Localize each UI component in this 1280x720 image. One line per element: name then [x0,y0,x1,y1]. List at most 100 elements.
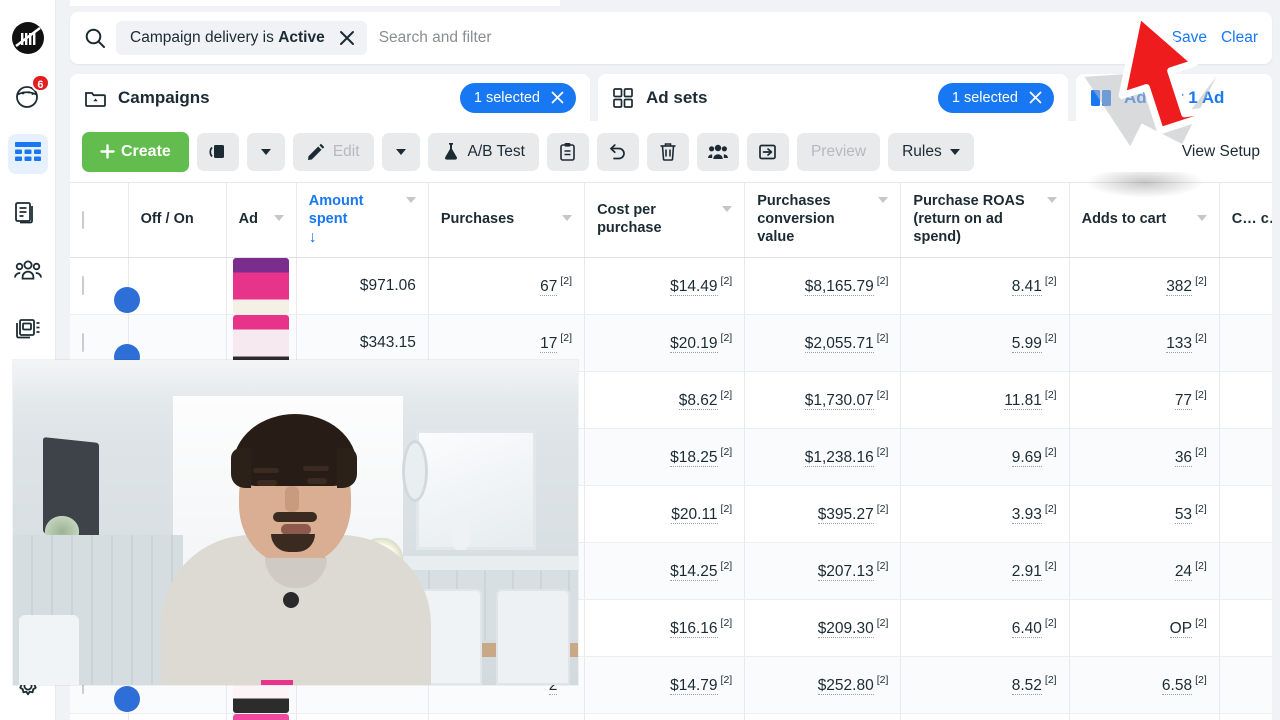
campaigns-selected-pill[interactable]: 1 selected [459,82,576,113]
search-input[interactable]: Search and filter [379,29,1172,47]
export-button[interactable] [746,132,789,171]
cell-cost-per-purchase[interactable]: $16.16 [2] [584,599,746,657]
cell-purchases-conversion-value[interactable]: $209.30 [2] [744,599,902,657]
cell-purchase-roas[interactable]: 3.93 [2] [900,485,1070,543]
row-toggle[interactable] [128,713,227,720]
filter-chip-campaign-delivery[interactable]: Campaign delivery is Active [116,21,367,55]
column-header-adds-to-cart[interactable]: Adds to cart [1069,183,1220,258]
chevron-down-icon[interactable] [878,197,889,204]
cell-purchase-roas[interactable]: 28[2] [900,713,1070,720]
chevron-down-icon[interactable] [273,214,284,221]
cell-adds-to-cart[interactable]: 382 [2] [1069,257,1220,315]
cell-adds-to-cart[interactable]: 6.58 [2] [1069,656,1220,714]
cell-purchases-conversion-value[interactable]: $395.27 [2] [744,485,902,543]
cell-adds-to-cart[interactable]: OP [2] [1069,599,1220,657]
column-header-purchases-conversion-value[interactable]: Purchases conversion value [744,183,902,258]
cell-purchases-conversion-value[interactable]: $207.13 [2] [744,542,902,600]
checkbox-icon[interactable] [82,332,84,352]
tab-campaigns[interactable]: Campaigns 1 selected [70,74,590,121]
sidebar-item-meta-logo[interactable] [8,18,48,58]
cell-adds-to-cart[interactable]: 44[2] [1069,713,1220,720]
plus-icon [100,144,115,159]
cell-purchase-roas[interactable]: 2.91 [2] [900,542,1070,600]
chevron-down-icon[interactable] [722,206,733,213]
tab-ad-sets[interactable]: Ad sets 1 selected [598,74,1068,121]
select-all-header[interactable] [70,183,129,258]
sidebar-item-pages[interactable] [8,192,48,232]
clipboard-button[interactable] [546,132,589,171]
sidebar-item-ads-manager-table[interactable] [7,134,48,174]
checkbox-icon[interactable] [82,275,84,295]
revert-button[interactable] [596,132,639,171]
cell-cost-per-purchase[interactable]: $14.79 [2] [584,656,746,714]
ab-test-button[interactable]: A/B Test [427,132,539,171]
row-thumbnail[interactable] [226,713,297,720]
duplicate-button[interactable] [196,132,239,171]
create-button[interactable]: Create [82,131,189,172]
row-checkbox[interactable] [70,713,129,720]
video-foreground-object [261,680,293,685]
cell-cost-per-purchase[interactable]: $8.62 [2] [584,371,746,429]
cell-adds-to-cart[interactable]: 77 [2] [1069,371,1220,429]
cell-adds-to-cart[interactable]: 133 [2] [1069,314,1220,372]
preview-button[interactable]: Preview [796,132,881,171]
column-header-purchases[interactable]: Purchases [428,183,586,258]
cell-cost-per-purchase[interactable]: $14.25 [2] [584,542,746,600]
duplicate-menu-button[interactable] [246,132,285,171]
adsets-selected-pill[interactable]: 1 selected [937,82,1054,113]
sidebar-item-notifications[interactable]: 6 [8,74,50,116]
chevron-down-icon [395,148,406,155]
cell-purchases-conversion-value[interactable]: $252.80 [2] [744,656,902,714]
chevron-down-icon[interactable] [562,214,573,221]
table-row[interactable]: $971.06 67 [2] $14.49 [2] $8,165.79 [2] 8.41 [2]… [70,257,1272,315]
video-presenter [161,402,431,685]
close-icon[interactable] [333,24,361,52]
cell-purchases[interactable]: 67 [2] [428,257,586,315]
column-header-truncated[interactable]: C… c… [1219,183,1272,258]
chevron-down-icon[interactable] [1196,214,1207,221]
column-header-ad[interactable]: Ad [226,183,297,258]
row-thumbnail[interactable] [226,257,297,315]
column-header-purchase-roas[interactable]: Purchase ROAS (return on ad spend) [900,183,1070,258]
pencil-icon [307,143,325,161]
edit-menu-button[interactable] [381,132,420,171]
cell-cost-per-purchase[interactable]: $14.49 [2] [584,257,746,315]
cell-purchase-roas[interactable]: 5.99 [2] [900,314,1070,372]
cell-purchase-roas[interactable]: 11.81 [2] [900,371,1070,429]
cell-purchase-roas[interactable]: 8.52 [2] [900,656,1070,714]
cell-cost-per-purchase[interactable]: $18.25 [2] [584,428,746,486]
audience-button[interactable] [696,132,739,171]
cell-purchases-conversion-value[interactable]: $1,730.07 [2] [744,371,902,429]
table-header-row: Off / On Ad Amount spent ↓ Purchases Cos… [70,183,1272,258]
close-icon[interactable] [546,87,568,109]
rules-button[interactable]: Rules [888,132,974,171]
cell-purchases-conversion-value[interactable]: $2,055.71 [2] [744,314,902,372]
cell-purchase-roas[interactable]: 9.69 [2] [900,428,1070,486]
cell-purchase-roas[interactable]: 6.40 [2] [900,599,1070,657]
column-header-off-on[interactable]: Off / On [128,183,227,258]
cell-adds-to-cart[interactable]: 53 [2] [1069,485,1220,543]
column-header-amount-spent[interactable]: Amount spent ↓ [296,183,429,258]
cell-cost-per-purchase[interactable]: $20.19 [2] [584,314,746,372]
adsets-grid-icon [612,87,634,109]
cell-truncated [1219,257,1272,315]
cell-purchases-conversion-value[interactable]: $8,165.79 [2] [744,257,902,315]
close-icon[interactable] [1024,87,1046,109]
chevron-down-icon[interactable] [1046,197,1057,204]
edit-button[interactable]: Edit [292,132,374,171]
sidebar-item-catalog[interactable] [8,308,48,348]
cell-adds-to-cart[interactable]: 36 [2] [1069,428,1220,486]
checkbox-icon[interactable] [82,210,84,229]
cell-cost-per-purchase[interactable]: $20.11 [2] [584,485,746,543]
delete-button[interactable] [646,132,689,171]
column-header-cost-per-purchase[interactable]: Cost per purchase [584,183,746,258]
cell-purchase-roas[interactable]: 8.41 [2] [900,257,1070,315]
sidebar-item-audiences[interactable] [8,250,48,290]
cell-purchases-conversion-value[interactable]: $1,238.16 [2] [744,428,902,486]
chevron-down-icon[interactable] [405,197,416,204]
table-row[interactable]: $18.85––$0.00[2]28[2]44[2] [70,713,1272,720]
cell-adds-to-cart[interactable]: 24 [2] [1069,542,1220,600]
presenter-webcam-video[interactable] [13,360,578,685]
cell-purchases-conversion-value[interactable]: $0.00[2] [744,713,902,720]
row-toggle[interactable] [113,257,227,315]
